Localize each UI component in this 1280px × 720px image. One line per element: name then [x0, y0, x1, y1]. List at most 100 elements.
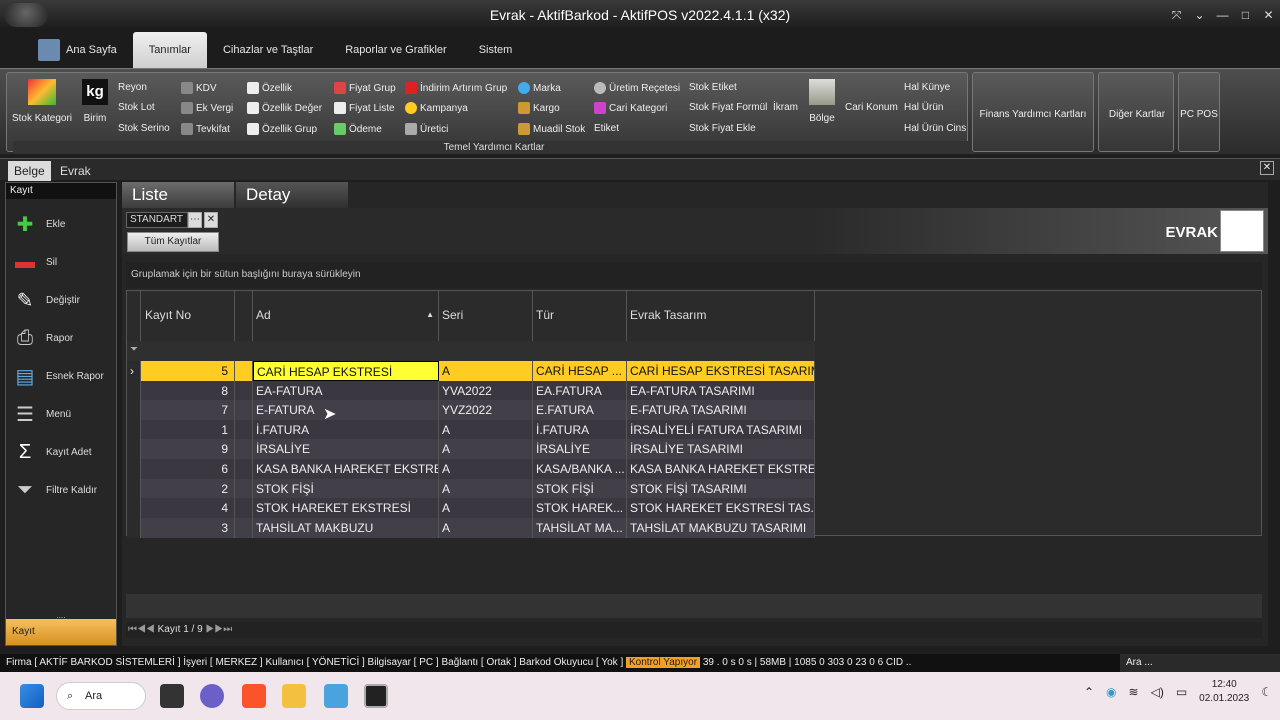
stok-etiket-button[interactable]: Stok Etiket [689, 82, 737, 93]
chevron-up-icon[interactable]: ⌃ [1084, 685, 1094, 699]
kdv-button[interactable]: KDV [181, 82, 217, 94]
notification-icon[interactable]: ☾ [1261, 685, 1272, 699]
tab-liste[interactable]: Liste [122, 182, 234, 208]
hal-kunye-button[interactable]: Hal Künye [904, 82, 950, 93]
cell-seri[interactable]: A [439, 478, 533, 499]
cell-kayit-no[interactable]: 7 [141, 400, 235, 421]
cell-tur[interactable]: EA.FATURA [533, 380, 627, 401]
cell-kayit-no[interactable]: 8 [141, 380, 235, 401]
ozellik-button[interactable]: Özellik [247, 82, 292, 94]
hal-urun-button[interactable]: Hal Ürün [904, 102, 943, 113]
cell-seri[interactable]: A [439, 419, 533, 440]
filter-row[interactable]: ⏷ [127, 341, 815, 361]
aktifpos-icon[interactable] [364, 684, 388, 708]
task-view-icon[interactable] [160, 684, 184, 708]
cell-seri[interactable]: A [439, 439, 533, 460]
table-row[interactable]: 7 E-FATURA YVZ2022 E.FATURA E-FATURA TASARIM… [127, 400, 815, 421]
indirim-artirim-grup-button[interactable]: İndirim Artırım Grup [405, 82, 507, 94]
tevkifat-button[interactable]: Tevkifat [181, 123, 230, 135]
tab-evrak[interactable]: Evrak [54, 161, 97, 181]
cell-evrak-tasarim[interactable]: STOK FİŞİ TASARIMI [627, 478, 815, 499]
cell-evrak-tasarim[interactable]: İRSALİYE TASARIMI [627, 439, 815, 460]
table-row[interactable]: 3 TAHSİLAT MAKBUZU A TAHSİLAT MA... TAHSİLAT… [127, 517, 815, 538]
left-panel-footer[interactable]: Kayıt [6, 619, 116, 645]
stok-serino-button[interactable]: Stok Serino [118, 123, 170, 134]
cell-ad[interactable]: EA-FATURA [253, 380, 439, 401]
cell-tur[interactable]: STOK FİŞİ [533, 478, 627, 499]
rapor-button[interactable]: ⎙ Rapor [12, 321, 73, 355]
cell-evrak-tasarim[interactable]: EA-FATURA TASARIMI [627, 380, 815, 401]
cell-tur[interactable]: CARİ HESAP ... [533, 361, 627, 381]
bolge-button[interactable]: Bölge [805, 79, 839, 124]
cell-seri[interactable]: YVZ2022 [439, 400, 533, 421]
tab-detay[interactable]: Detay [236, 182, 348, 208]
row-indicator[interactable] [127, 517, 141, 538]
table-row[interactable]: 1 İ.FATURA A İ.FATURA İRSALİYELİ FATURA TASA… [127, 419, 815, 440]
cell-tur[interactable]: TAHSİLAT MA... [533, 517, 627, 538]
tab-cihazlar[interactable]: Cihazlar ve Taştlar [207, 32, 329, 68]
cell-ad[interactable]: E-FATURA [253, 400, 439, 421]
kampanya-button[interactable]: Kampanya [405, 102, 468, 114]
cell-indicator[interactable] [235, 380, 253, 401]
cell-ad[interactable]: TAHSİLAT MAKBUZU [253, 517, 439, 538]
diger-kartlar-button[interactable]: Diğer Kartlar [1098, 72, 1174, 152]
hal-urun-cins-button[interactable]: Hal Ürün Cins [904, 123, 966, 134]
cell-tur[interactable]: İ.FATURA [533, 419, 627, 440]
minimize-button[interactable]: — [1211, 8, 1234, 22]
row-indicator[interactable] [127, 498, 141, 519]
menu-button[interactable]: ☰ Menü [12, 397, 71, 431]
col-evrak-tasarim[interactable]: Evrak Tasarım [627, 291, 815, 341]
cell-ad[interactable]: İRSALİYE [253, 439, 439, 460]
cell-seri[interactable]: YVA2022 [439, 380, 533, 401]
cell-kayit-no[interactable]: 3 [141, 517, 235, 538]
col-ad[interactable]: Ad ▲ [253, 291, 439, 341]
muadil-stok-button[interactable]: Muadil Stok [518, 123, 585, 135]
reyon-button[interactable]: Reyon [118, 82, 147, 93]
cell-seri[interactable]: A [439, 459, 533, 479]
cell-evrak-tasarim[interactable]: STOK HAREKET EKSTRESİ TAS... [627, 498, 815, 519]
tab-tanimlar[interactable]: Tanımlar [132, 32, 207, 68]
cell-indicator[interactable] [235, 400, 253, 421]
col-indicator[interactable] [235, 291, 253, 341]
cell-kayit-no[interactable]: 6 [141, 459, 235, 479]
cell-kayit-no[interactable]: 2 [141, 478, 235, 499]
close-button[interactable]: ✕ [1257, 8, 1280, 22]
row-indicator[interactable] [127, 459, 141, 479]
kayit-adet-button[interactable]: Σ Kayıt Adet [12, 435, 92, 469]
cell-tur[interactable]: İRSALİYE [533, 439, 627, 460]
windows-start-icon[interactable] [20, 684, 44, 708]
cell-ad[interactable]: İ.FATURA [253, 419, 439, 440]
chevron-down-icon[interactable]: ⌄ [1188, 8, 1211, 22]
brave-icon[interactable] [242, 684, 266, 708]
cell-indicator[interactable] [235, 459, 253, 479]
cell-seri[interactable]: A [439, 517, 533, 538]
stok-fiyat-formul-button[interactable]: Stok Fiyat Formül [689, 102, 767, 113]
battery-icon[interactable]: ▭ [1176, 685, 1187, 699]
table-row[interactable]: 8 EA-FATURA YVA2022 EA.FATURA EA-FATURA TASA… [127, 380, 815, 401]
cell-indicator[interactable] [235, 419, 253, 440]
row-indicator[interactable]: › [127, 361, 141, 381]
cell-seri[interactable]: A [439, 361, 533, 381]
cell-seri[interactable]: A [439, 498, 533, 519]
cell-kayit-no[interactable]: 1 [141, 419, 235, 440]
all-records-button[interactable]: Tüm Kayıtlar [127, 232, 219, 252]
cari-konum-button[interactable]: Cari Konum [845, 102, 898, 113]
resize-icon[interactable]: ⤧ [1165, 8, 1188, 23]
folder-icon[interactable] [282, 684, 306, 708]
cell-ad[interactable]: KASA BANKA HAREKET EKSTRESİ [253, 459, 439, 479]
cell-ad[interactable]: STOK FİŞİ [253, 478, 439, 499]
esnek-rapor-button[interactable]: ▤ Esnek Rapor [12, 359, 104, 393]
fiyat-liste-button[interactable]: Fiyat Liste [334, 102, 395, 114]
close-icon[interactable]: ✕ [204, 212, 218, 228]
tab-sistem[interactable]: Sistem [463, 32, 529, 68]
pc-pos-button[interactable]: PC POS [1178, 72, 1220, 152]
cell-evrak-tasarim[interactable]: CARİ HESAP EKSTRESİ TASARIMI [627, 361, 815, 381]
finans-yardimci-kartlari-button[interactable]: Finans Yardımcı Kartları [972, 72, 1094, 152]
degistir-button[interactable]: ✎ Değiştir [12, 283, 80, 317]
cell-kayit-no[interactable]: 5 [141, 361, 235, 381]
more-icon[interactable]: ⋯ [188, 212, 202, 228]
etiket-button[interactable]: Etiket [594, 123, 619, 134]
row-indicator[interactable] [127, 419, 141, 440]
cell-evrak-tasarim[interactable]: E-FATURA TASARIMI [627, 400, 815, 421]
cell-indicator[interactable] [235, 478, 253, 499]
